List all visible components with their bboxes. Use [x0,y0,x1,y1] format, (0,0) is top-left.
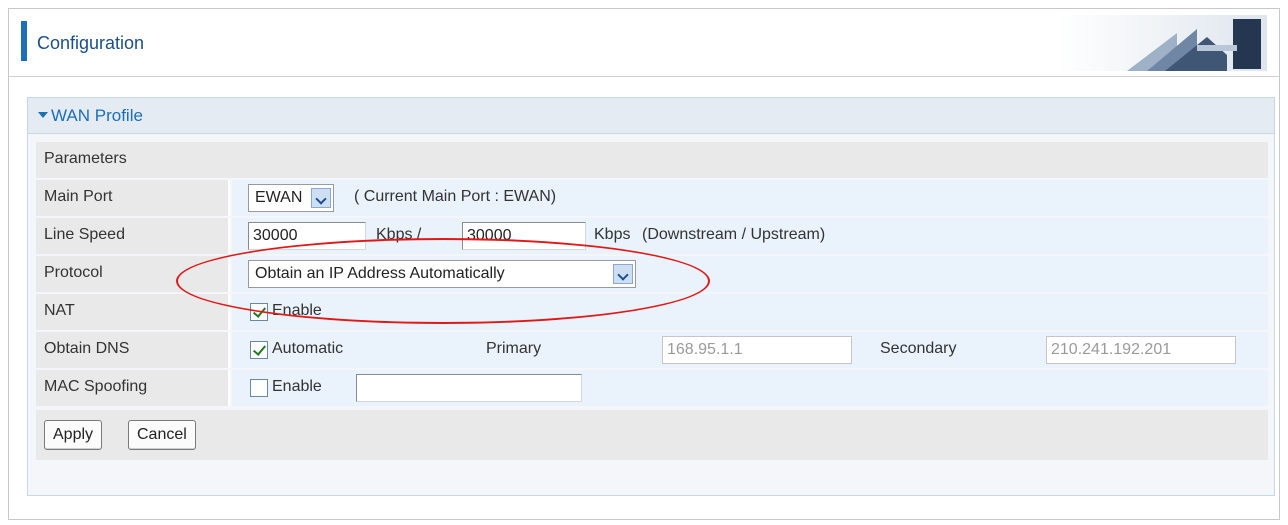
button-row: Apply Cancel [36,410,1268,460]
value-cell: EWAN ( Current Main Port : EWAN) [232,180,1268,216]
page-title: Configuration [37,33,145,53]
primary-dns-label: Primary [486,340,542,357]
value-cell: Automatic Primary 168.95.1.1 Secondary 2… [232,332,1268,368]
protocol-label: Protocol [44,264,103,281]
mac-spoofing-enable-checkbox[interactable] [250,379,268,397]
mac-address-input[interactable] [356,374,582,402]
row-mac-spoofing: MAC Spoofing Enable [36,370,1268,406]
obtain-dns-label: Obtain DNS [44,340,130,357]
dns-automatic-checkbox[interactable] [250,341,268,359]
section-parameters: Parameters [36,142,1268,178]
main-port-label: Main Port [44,188,113,205]
nat-label: NAT [44,302,75,319]
panel-title-text: WAN Profile [51,106,143,125]
section-label: Parameters [44,150,127,167]
row-obtain-dns: Obtain DNS Automatic Primary 168.95.1.1 … [36,332,1268,368]
label-cell: Main Port [36,180,230,216]
dns-automatic-label: Automatic [272,340,344,357]
current-main-port-note: ( Current Main Port : EWAN) [354,188,557,205]
secondary-dns-label: Secondary [880,340,957,357]
cancel-button[interactable]: Cancel [128,420,196,450]
apply-button[interactable]: Apply [44,420,103,450]
line-speed-note: (Downstream / Upstream) [642,226,826,243]
panel-title-bar[interactable]: WAN Profile [28,98,1274,134]
upstream-unit: Kbps [594,226,631,243]
mac-spoofing-label: MAC Spoofing [44,378,148,395]
value-cell: Enable [232,370,1268,406]
header-accent-bar [21,21,27,61]
panel-title[interactable]: WAN Profile [38,106,143,126]
mac-spoofing-enable-label: Enable [272,378,322,395]
primary-dns-input[interactable]: 168.95.1.1 [662,336,852,364]
collapse-triangle-icon[interactable] [38,112,48,118]
main-port-select[interactable]: EWAN [248,184,334,212]
header: Configuration [9,9,1279,77]
label-cell: Line Speed [36,218,230,254]
chevron-down-icon[interactable] [311,188,331,208]
secondary-dns-input[interactable]: 210.241.192.201 [1046,336,1236,364]
main-port-select-value: EWAN [255,189,303,206]
label-cell: MAC Spoofing [36,370,230,406]
row-line-speed: Line Speed 30000 Kbps / 30000 Kbps (Down… [36,218,1268,254]
line-speed-label: Line Speed [44,226,125,243]
row-main-port: Main Port EWAN ( Current Main Port : EWA… [36,180,1268,216]
highlight-ellipse [176,238,710,324]
label-cell: Obtain DNS [36,332,230,368]
header-decorative-image [1057,15,1267,71]
